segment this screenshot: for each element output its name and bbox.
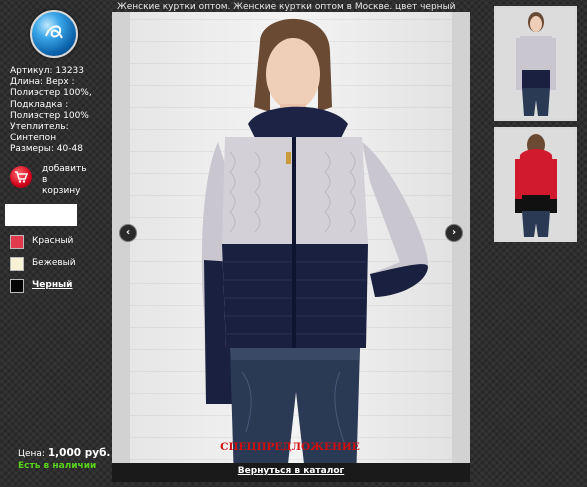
model-figure [201, 18, 429, 482]
next-image-button[interactable]: › [445, 224, 463, 242]
add-to-cart-line: добавить [42, 164, 87, 174]
spec-line: Подкладка : [10, 99, 69, 110]
color-name: Красный [32, 236, 74, 246]
stock-status: Есть в наличии [18, 461, 97, 471]
color-swatch [10, 257, 24, 271]
back-to-catalog-link[interactable]: Вернуться в каталог [112, 466, 470, 476]
main-product-photo [130, 12, 452, 482]
thumbnail-image [496, 129, 575, 240]
price: Цена: 1,000 руб. [18, 447, 110, 459]
special-offer-label: СПЕЦПРЕДЛОЖЕНИЕ [220, 441, 360, 453]
thumbnail-jacket-red-black[interactable] [494, 127, 577, 242]
spec-line: Длина: Верх : [10, 77, 75, 88]
thumbnail-jacket-navy-grey[interactable] [494, 6, 577, 121]
page-title: Женские куртки оптом. Женские куртки опт… [117, 2, 456, 12]
spec-line: Утеплитель: [10, 122, 69, 133]
price-value: 1,000 руб. [47, 447, 111, 459]
quantity-input[interactable] [5, 204, 77, 226]
price-label: Цена: [18, 449, 45, 459]
spec-line: Артикул: 13233 [10, 66, 84, 76]
chevron-right-icon: › [451, 227, 457, 238]
spec-line: Полиэстер 100%, [10, 88, 92, 99]
add-to-cart-line: корзину [42, 185, 81, 196]
product-specs: Артикул: 13233 Длина: Верх : Полиэстер 1… [10, 66, 110, 156]
add-to-cart-label: добавить в корзину [42, 164, 102, 196]
logo-mark-icon [45, 25, 63, 39]
color-swatch [10, 279, 24, 293]
cart-icon [10, 166, 32, 188]
add-to-cart-button[interactable]: добавить в корзину [10, 164, 110, 202]
product-image-viewer: ‹ › [112, 12, 470, 482]
color-name: Черный [32, 280, 73, 290]
spec-line: Размеры: 40-48 [10, 144, 83, 155]
thumbnail-image [496, 8, 575, 119]
logo[interactable] [30, 10, 78, 58]
spec-line: Полиэстер 100% [10, 110, 89, 121]
color-option-red[interactable]: Красный [10, 234, 110, 249]
color-option-black[interactable]: Черный [10, 278, 110, 293]
color-name: Бежевый [32, 258, 76, 268]
spec-line: Синтепон [10, 133, 57, 144]
color-option-beige[interactable]: Бежевый [10, 256, 110, 271]
add-to-cart-line: в [42, 174, 48, 185]
product-info-panel: Артикул: 13233 Длина: Верх : Полиэстер 1… [0, 0, 112, 487]
chevron-left-icon: ‹ [125, 227, 131, 238]
prev-image-button[interactable]: ‹ [119, 224, 137, 242]
color-swatch [10, 235, 24, 249]
